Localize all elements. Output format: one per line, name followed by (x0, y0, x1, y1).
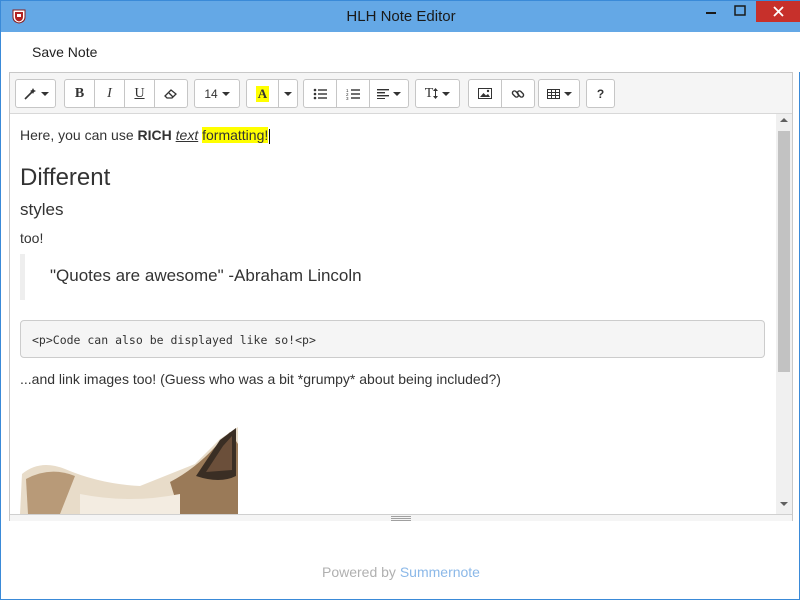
editor-toolbar: B I U 14 A 1 2 3 T ? (10, 73, 792, 114)
picture-icon (478, 88, 492, 99)
arrows-vertical-icon (433, 88, 439, 99)
grip-icon (391, 516, 411, 521)
minimize-icon (706, 12, 716, 14)
images-paragraph: ...and link images too! (Guess who was a… (20, 371, 501, 387)
align-left-icon (377, 88, 389, 99)
table-icon (546, 88, 560, 99)
link-icon (511, 89, 525, 98)
menu-bar: Save Note (2, 32, 800, 72)
summernote-link[interactable]: Summernote (400, 564, 480, 580)
code-block: <p>Code can also be displayed like so!<p… (20, 320, 765, 358)
intro-bold-text: RICH (137, 127, 172, 143)
chevron-down-icon (40, 91, 49, 96)
text-color-button[interactable]: A (246, 79, 279, 108)
scroll-up-arrow-icon[interactable] (780, 118, 788, 122)
insert-link-button[interactable] (501, 79, 535, 108)
chevron-down-icon (221, 91, 230, 96)
unordered-list-button[interactable] (303, 79, 337, 108)
window-title: HLH Note Editor (346, 8, 456, 25)
code-text: <p>Code can also be displayed like so!<p… (32, 333, 316, 347)
note-editor: B I U 14 A 1 2 3 T ? Here, you can use R… (9, 72, 793, 521)
too-paragraph: too! (20, 230, 44, 246)
app-window: HLH Note Editor Save Note B I U 14 A 1 2… (0, 0, 800, 600)
text-height-icon: T (424, 85, 434, 101)
color-dropdown-button[interactable] (278, 79, 298, 108)
line-height-dropdown[interactable]: T (415, 79, 460, 108)
insert-picture-button[interactable] (468, 79, 502, 108)
grumpy-cat-image (20, 427, 238, 514)
scroll-down-arrow-icon[interactable] (780, 502, 788, 506)
maximize-button[interactable] (726, 1, 754, 22)
intro-italic-text: text (175, 127, 199, 143)
quote-text: "Quotes are awesome" -Abraham Lincoln (50, 266, 362, 285)
blockquote: "Quotes are awesome" -Abraham Lincoln (20, 254, 362, 300)
maximize-icon (734, 5, 746, 16)
editor-resize-handle[interactable] (10, 514, 792, 521)
color-letter-icon: A (255, 85, 270, 102)
font-size-group: 14 (194, 79, 240, 108)
help-button[interactable]: ? (586, 79, 615, 108)
scroll-thumb[interactable] (778, 131, 790, 372)
clear-formatting-button[interactable] (154, 79, 188, 108)
italic-button[interactable]: I (94, 79, 125, 108)
magic-wand-icon (23, 87, 36, 100)
svg-text:3: 3 (346, 96, 349, 100)
editor-content[interactable]: Here, you can use RICH text formatting! … (10, 114, 776, 514)
underline-button[interactable]: U (124, 79, 155, 108)
title-bar: HLH Note Editor (1, 1, 800, 32)
close-button[interactable] (756, 1, 800, 22)
close-icon (773, 6, 784, 17)
table-group (538, 79, 580, 108)
font-size-dropdown[interactable]: 14 (194, 79, 240, 108)
help-group: ? (586, 79, 615, 108)
minimize-button[interactable] (697, 1, 725, 22)
intro-paragraph: Here, you can use RICH text formatting! (20, 127, 271, 144)
insert-group (468, 79, 535, 108)
heading-different: Different (20, 164, 111, 191)
bullet-list-icon (313, 88, 327, 99)
line-height-group: T (415, 79, 460, 108)
paragraph-align-dropdown[interactable] (369, 79, 409, 108)
save-note-button[interactable]: Save Note (32, 44, 97, 60)
intro-highlight-text: formatting! (202, 127, 269, 143)
chevron-down-icon (393, 91, 401, 96)
chevron-down-icon (563, 91, 572, 96)
vertical-scrollbar[interactable] (776, 114, 792, 514)
footer: Powered by Summernote (1, 564, 800, 580)
style-dropdown-button[interactable] (15, 79, 56, 108)
text-cursor (269, 128, 271, 144)
style-group (15, 79, 56, 108)
font-size-value: 14 (204, 86, 218, 101)
footer-prefix: Powered by (322, 564, 400, 580)
eraser-icon (164, 88, 177, 99)
bold-button[interactable]: B (64, 79, 95, 108)
font-style-group: B I U (64, 79, 188, 108)
chevron-down-icon (442, 91, 451, 96)
intro-text: Here, you can use (20, 127, 138, 143)
ordered-list-button[interactable]: 123 (336, 79, 370, 108)
color-group: A (246, 79, 298, 108)
numbered-list-icon: 123 (346, 88, 360, 100)
chevron-down-icon (284, 91, 292, 96)
paragraph-group: 123 (303, 79, 409, 108)
heading-styles: styles (20, 200, 64, 219)
insert-table-dropdown[interactable] (538, 79, 580, 108)
